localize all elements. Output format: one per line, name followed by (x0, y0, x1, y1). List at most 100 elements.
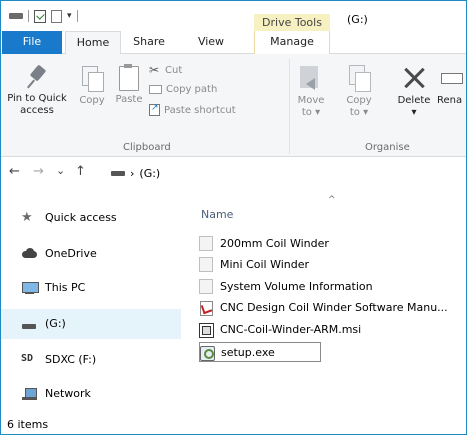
move-to-label-2: to ▾ (301, 107, 321, 118)
drive-icon (111, 170, 125, 176)
copy-to-label-1: Copy (346, 95, 372, 106)
tab-manage[interactable]: Manage (254, 31, 330, 54)
file-row[interactable]: CNC-Coil-Winder-ARM.msi (199, 319, 466, 339)
address-bar[interactable]: › (G:) (111, 163, 466, 183)
tab-view[interactable]: View (186, 31, 236, 54)
copy-label: Copy (79, 95, 105, 106)
up-icon[interactable]: ↑ (75, 165, 86, 179)
cut-label: Cut (165, 64, 183, 76)
drive-icon (21, 317, 37, 331)
pin-to-quick-access-button[interactable]: Pin to Quick access (3, 64, 71, 117)
rename-label: Rena (437, 95, 463, 106)
paste-button[interactable]: Paste (111, 60, 147, 106)
file-row[interactable]: setup.exe (199, 342, 321, 362)
explorer-window: ▾ Drive Tools (G:) File Home Share View … (0, 0, 467, 435)
sidebar-item-label: Network (45, 387, 91, 400)
paste-shortcut-button[interactable]: Paste shortcut (149, 103, 236, 116)
tab-share[interactable]: Share (124, 31, 174, 54)
sidebar-item-sdxc[interactable]: SD SDXC (F:) (1, 345, 181, 375)
rename-icon (439, 64, 463, 92)
file-row[interactable]: Mini Coil Winder (199, 254, 466, 274)
pdf-icon (199, 300, 213, 316)
sidebar-item-quick-access[interactable]: ★ Quick access (1, 203, 181, 233)
breadcrumb-current[interactable]: (G:) (139, 167, 160, 180)
file-row[interactable]: 200mm Coil Winder (199, 233, 466, 253)
drive-tools-context-label: Drive Tools (254, 14, 330, 31)
navigation-pane: ★ Quick access OneDrive This PC (G:) SD … (1, 191, 181, 417)
sort-ascending-icon: ^ (328, 195, 336, 205)
file-name: CNC Design Coil Winder Software Manu... (220, 300, 448, 314)
sidebar-item-onedrive[interactable]: OneDrive (1, 239, 181, 269)
setup-exe-icon (200, 345, 215, 361)
sidebar-item-drive-g[interactable]: (G:) (1, 309, 181, 339)
installer-icon (199, 322, 214, 338)
clipboard-group-label: Clipboard (123, 142, 171, 153)
copy-icon (80, 64, 104, 92)
pin-to-quick-access-label-1: Pin to Quick (7, 93, 67, 104)
paste-icon (118, 63, 140, 91)
customize-toolbar-dropdown-icon[interactable]: ▾ (67, 10, 72, 22)
paste-shortcut-label: Paste shortcut (164, 104, 236, 116)
shortcut-icon (149, 103, 160, 116)
drive-icon (9, 9, 23, 23)
recent-locations-icon[interactable]: ⌄ (56, 164, 65, 178)
delete-label: Delete (397, 95, 431, 106)
column-header-name[interactable]: Name (201, 208, 233, 221)
new-folder-icon[interactable] (51, 9, 62, 23)
folder-icon (199, 235, 213, 251)
paste-label: Paste (115, 94, 143, 105)
copy-path-label: Copy path (166, 84, 218, 95)
network-icon (21, 387, 37, 401)
scissors-icon: ✂ (149, 63, 160, 77)
ribbon-tabs: File Home Share View Manage (1, 31, 466, 55)
copy-path-icon (149, 85, 162, 94)
status-bar: 6 items (1, 417, 466, 434)
toolbar-separator (76, 10, 78, 22)
computer-icon (21, 281, 39, 295)
file-name: CNC-Coil-Winder-ARM.msi (220, 322, 362, 336)
star-icon: ★ (21, 210, 33, 225)
navigation-bar: ← → ⌄ ↑ › (G:) (1, 158, 466, 188)
tab-home[interactable]: Home (65, 31, 121, 55)
back-icon[interactable]: ← (9, 165, 20, 179)
pin-icon (24, 64, 50, 90)
forward-icon[interactable]: → (33, 165, 44, 179)
file-name: setup.exe (221, 345, 275, 359)
delete-button[interactable]: Delete ▾ (393, 64, 435, 119)
sidebar-item-network[interactable]: Network (1, 379, 181, 409)
delete-dropdown-icon[interactable]: ▾ (393, 107, 435, 119)
file-row[interactable]: System Volume Information (199, 276, 466, 296)
sidebar-item-this-pc[interactable]: This PC (1, 273, 181, 303)
file-list: ^ Name 200mm Coil Winder Mini Coil Winde… (181, 191, 466, 417)
sidebar-item-label: (G:) (45, 317, 66, 330)
file-row[interactable]: CNC Design Coil Winder Software Manu... (199, 297, 466, 317)
move-to-icon (298, 64, 324, 92)
properties-icon[interactable] (34, 9, 46, 23)
copy-to-button[interactable]: Copy to ▾ (341, 64, 377, 119)
sidebar-item-label: SDXC (F:) (45, 353, 97, 366)
file-name: System Volume Information (220, 279, 373, 293)
copy-path-button[interactable]: Copy path (149, 84, 217, 95)
breadcrumb-separator[interactable]: › (130, 167, 134, 180)
group-divider (289, 59, 290, 154)
rename-button[interactable]: Rena (437, 64, 466, 107)
sd-card-icon: SD (21, 353, 34, 364)
item-count: 6 items (7, 418, 49, 431)
move-to-button[interactable]: Move to ▾ (293, 64, 329, 119)
copy-to-icon (346, 64, 372, 92)
pin-to-quick-access-label-2: access (20, 105, 54, 116)
folder-icon (199, 256, 213, 272)
cut-button[interactable]: ✂ Cut (149, 64, 182, 76)
move-to-label-1: Move (297, 95, 325, 106)
organise-group-label: Organise (365, 142, 410, 153)
copy-button[interactable]: Copy (75, 64, 109, 107)
folder-icon (199, 278, 213, 294)
file-name: Mini Coil Winder (220, 257, 310, 271)
sidebar-item-label: Quick access (45, 211, 117, 224)
file-name: 200mm Coil Winder (220, 236, 329, 250)
tab-file[interactable]: File (2, 31, 62, 54)
cloud-icon (21, 247, 37, 261)
sidebar-item-label: This PC (45, 281, 86, 294)
toolbar-separator (28, 10, 29, 22)
title-bar: ▾ Drive Tools (G:) (1, 1, 466, 31)
